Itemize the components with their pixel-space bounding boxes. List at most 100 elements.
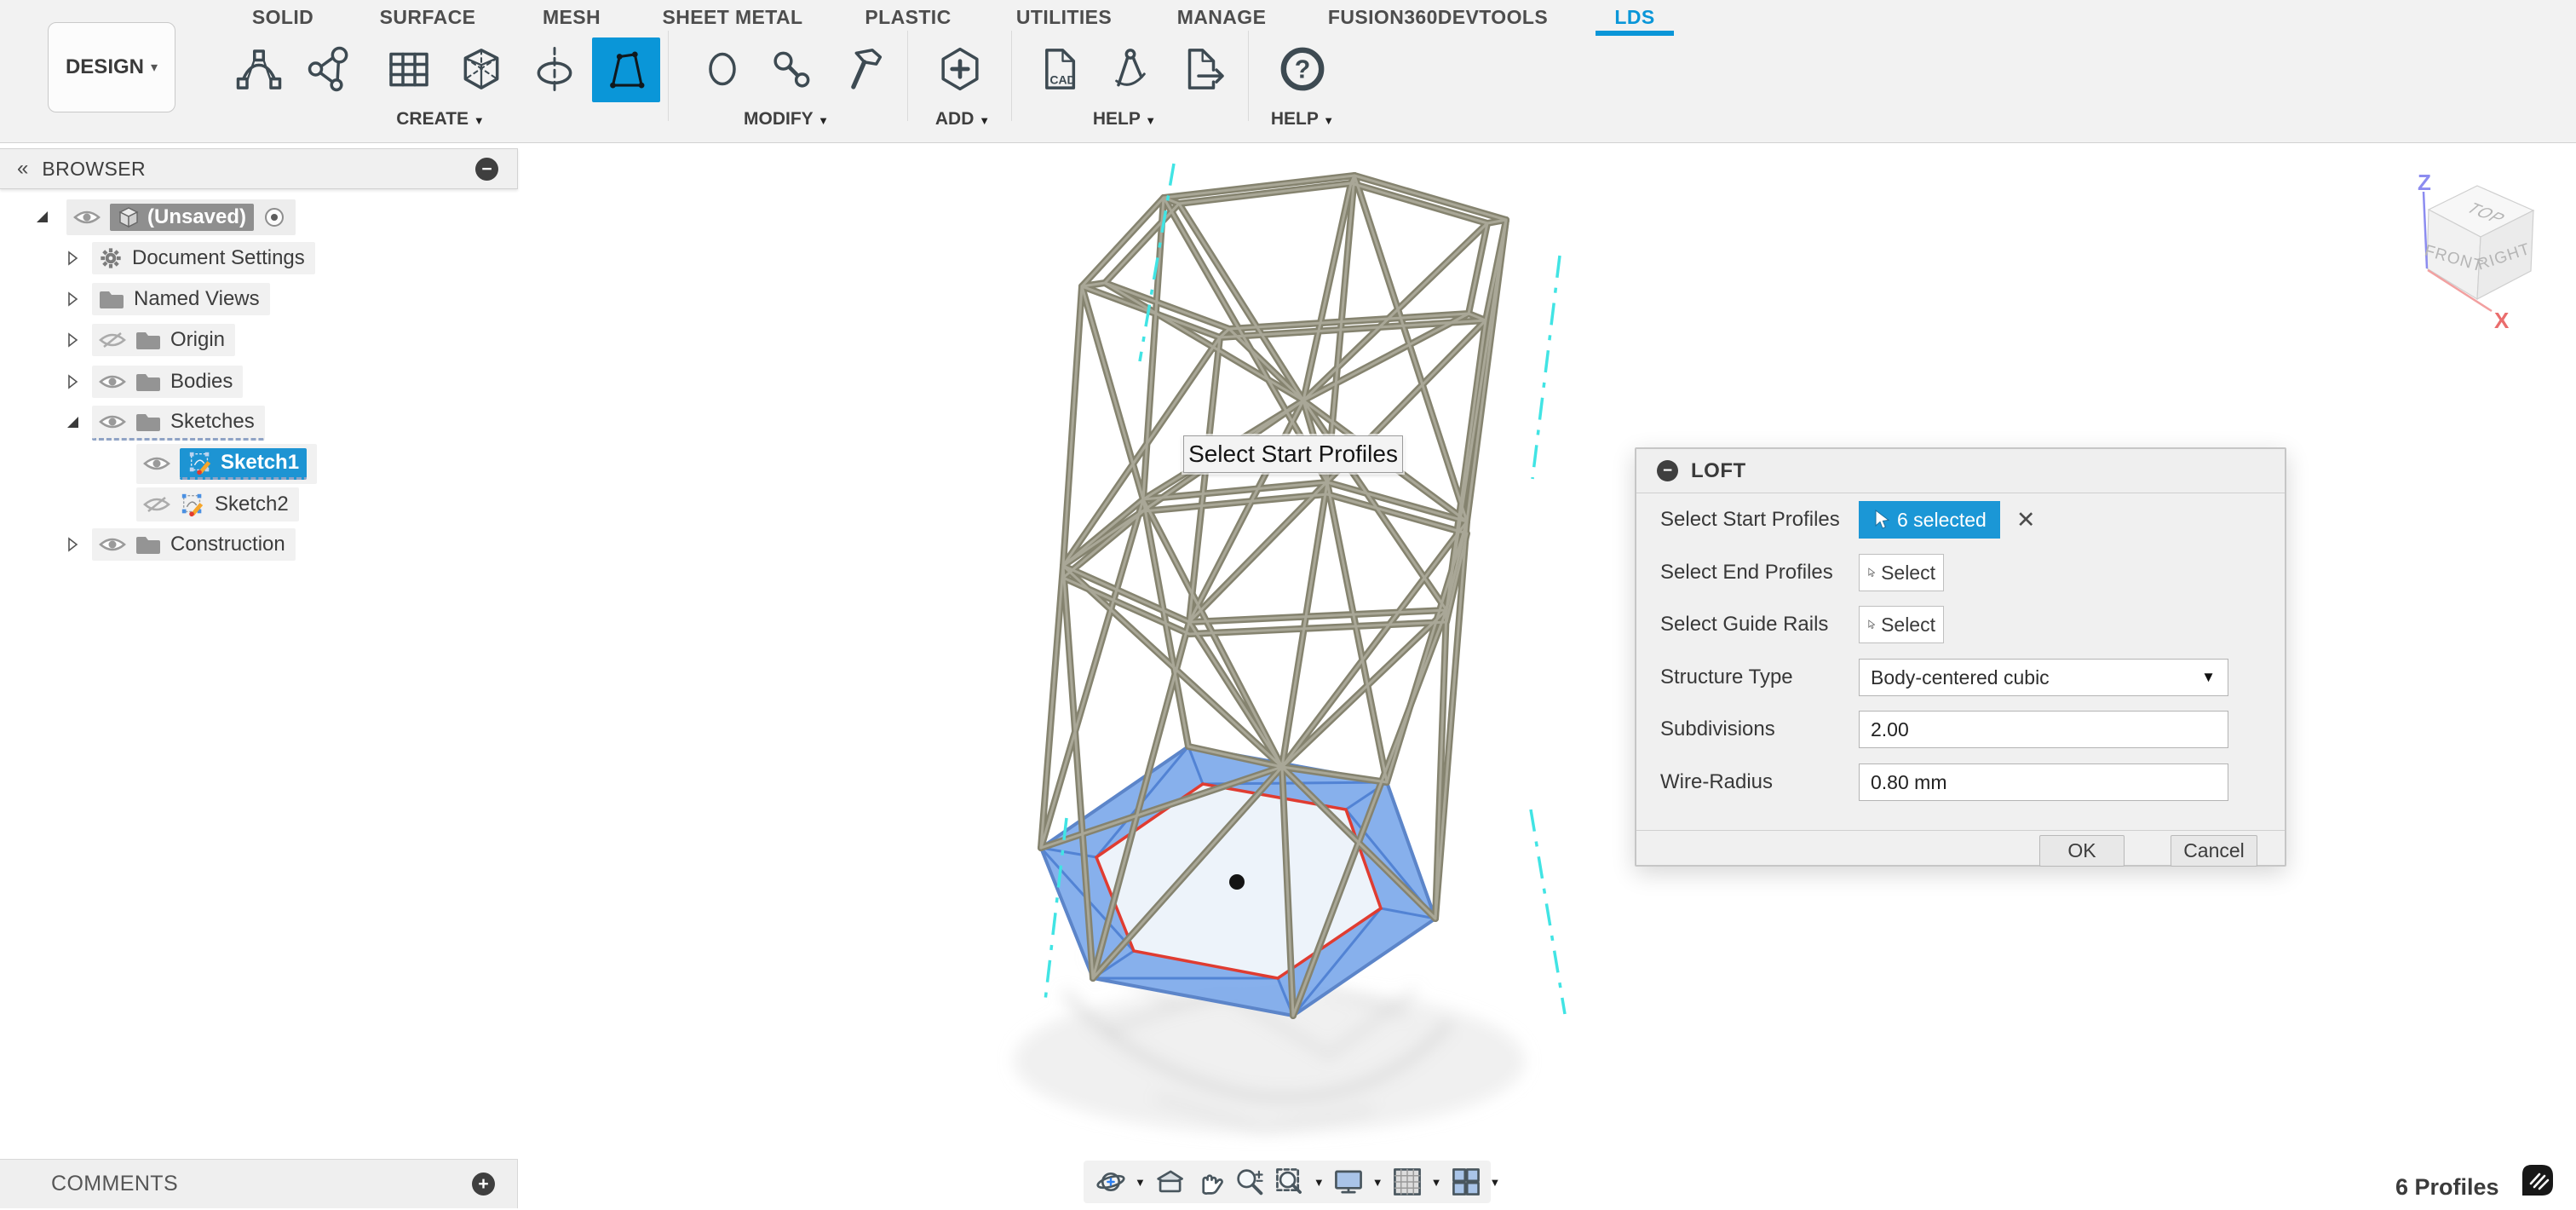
display-settings-icon[interactable] — [1331, 1165, 1366, 1199]
add-comment-icon[interactable]: + — [472, 1173, 495, 1196]
chevron-down-icon[interactable]: ▼ — [1431, 1176, 1442, 1189]
start-profiles-selection-button[interactable]: 6 selected — [1859, 501, 2000, 539]
wire-radius-label: Wire-Radius — [1660, 770, 1859, 794]
add-label-text: ADD — [935, 109, 975, 129]
subdivisions-input[interactable] — [1859, 711, 2228, 748]
chevron-down-icon[interactable]: ▼ — [1314, 1176, 1325, 1189]
tab-plastic[interactable]: PLASTIC — [865, 6, 951, 29]
loft-dialog-header[interactable]: − LOFT — [1636, 449, 2285, 493]
tree-row-document[interactable]: (Unsaved) — [0, 199, 296, 236]
gear-icon — [99, 246, 123, 270]
dialog-collapse-icon[interactable]: − — [1657, 460, 1678, 481]
help2-label-text: HELP — [1271, 109, 1319, 129]
collapsed-triangle-icon[interactable] — [65, 332, 80, 348]
sketch1-selected-pill[interactable]: Sketch1 — [180, 448, 307, 480]
collapsed-triangle-icon[interactable] — [65, 537, 80, 552]
collapse-panel-icon[interactable]: « — [17, 158, 28, 179]
tab-surface[interactable]: SURFACE — [380, 6, 476, 29]
modify-joint-icon[interactable] — [768, 43, 816, 95]
tab-mesh[interactable]: MESH — [543, 6, 601, 29]
chevron-down-icon[interactable]: ▼ — [1490, 1176, 1501, 1189]
loft-tool-icon-active[interactable] — [592, 37, 660, 102]
revolve-icon[interactable] — [531, 43, 578, 95]
folder-icon — [135, 412, 161, 432]
visibility-off-eye-icon[interactable] — [99, 331, 126, 349]
dialog-title: LOFT — [1691, 459, 1746, 483]
viewports-icon[interactable] — [1449, 1165, 1483, 1199]
add-hexagon-icon[interactable] — [936, 43, 984, 95]
expanded-triangle-icon[interactable] — [65, 415, 80, 430]
wire-radius-input[interactable] — [1859, 763, 2228, 801]
end-profiles-select-button[interactable]: Select — [1859, 554, 1944, 591]
activate-radio-icon[interactable] — [263, 206, 285, 228]
create-group-label[interactable]: CREATE ▼ — [396, 109, 485, 130]
document-name: (Unsaved) — [147, 205, 246, 229]
visibility-eye-icon[interactable] — [99, 372, 126, 391]
view-cube[interactable]: Z X TOP FRONT RIGHT — [2402, 166, 2576, 362]
tab-lds[interactable]: LDS — [1614, 6, 1654, 29]
create-form-icon[interactable] — [235, 43, 283, 95]
modify-label-text: MODIFY — [744, 109, 813, 129]
tree-row-origin[interactable]: Origin — [0, 321, 235, 359]
look-at-icon[interactable] — [1153, 1165, 1187, 1199]
window-zoom-icon[interactable] — [1273, 1165, 1307, 1199]
tab-utilities[interactable]: UTILITIES — [1016, 6, 1112, 29]
visibility-off-eye-icon[interactable] — [143, 495, 170, 514]
tree-row-sketches[interactable]: Sketches — [0, 404, 265, 441]
create-mesh-icon[interactable] — [307, 43, 354, 95]
cancel-button[interactable]: Cancel — [2171, 835, 2257, 867]
comments-bar[interactable]: COMMENTS + — [0, 1159, 518, 1208]
pattern-grid-icon[interactable] — [385, 43, 433, 95]
collapsed-triangle-icon[interactable] — [65, 374, 80, 389]
tree-row-sketch2[interactable]: Sketch2 — [0, 486, 299, 523]
chevron-down-icon[interactable]: ▼ — [1135, 1176, 1146, 1189]
export-file-icon[interactable] — [1181, 43, 1228, 95]
visibility-eye-icon[interactable] — [99, 535, 126, 554]
tab-solid[interactable]: SOLID — [252, 6, 313, 29]
add-group-label[interactable]: ADD ▼ — [935, 109, 990, 130]
tree-row-named-views[interactable]: Named Views — [0, 280, 270, 318]
start-profiles-label: Select Start Profiles — [1660, 508, 1859, 532]
structure-type-dropdown[interactable]: Body-centered cubic ▼ — [1859, 659, 2228, 696]
cad-file-icon[interactable]: CAD — [1036, 43, 1084, 95]
tree-item-label: Sketch1 — [221, 451, 299, 475]
orbit-icon[interactable] — [1094, 1165, 1128, 1199]
tree-row-sketch1[interactable]: Sketch1 — [0, 445, 317, 482]
tree-row-document-settings[interactable]: Document Settings — [0, 239, 315, 277]
feedback-bubble-icon[interactable] — [2516, 1161, 2557, 1201]
guide-rails-select-button[interactable]: Select — [1859, 606, 1944, 643]
zoom-icon[interactable] — [1233, 1165, 1267, 1199]
visibility-eye-icon[interactable] — [99, 412, 126, 431]
origin-point[interactable] — [1229, 874, 1245, 890]
collapsed-triangle-icon[interactable] — [65, 291, 80, 307]
tab-sheet-metal[interactable]: SHEET METAL — [663, 6, 803, 29]
tree-row-construction[interactable]: Construction — [0, 526, 296, 563]
pan-hand-icon[interactable] — [1193, 1165, 1227, 1199]
help-question-icon[interactable]: ? — [1279, 43, 1326, 95]
clear-selection-icon[interactable]: ✕ — [2016, 509, 2036, 532]
tab-manage[interactable]: MANAGE — [1177, 6, 1267, 29]
expanded-triangle-icon[interactable] — [34, 210, 49, 225]
help-group-label[interactable]: HELP ▼ — [1093, 109, 1156, 130]
modify-hammer-icon[interactable] — [842, 43, 890, 95]
chevron-down-icon[interactable]: ▼ — [1372, 1176, 1383, 1189]
fusion360-app: { "tabs": { "items": [ {"label":"SOLID"}… — [0, 0, 2576, 1210]
collapsed-triangle-icon[interactable] — [65, 251, 80, 266]
lattice-box-icon[interactable] — [457, 43, 505, 95]
grid-settings-icon[interactable] — [1390, 1165, 1424, 1199]
help2-group-label[interactable]: HELP ▼ — [1271, 109, 1334, 130]
workspace-switcher-button[interactable]: DESIGN ▾ — [48, 22, 175, 112]
comments-title: COMMENTS — [51, 1172, 178, 1196]
ok-button[interactable]: OK — [2039, 835, 2125, 867]
modify-group-label[interactable]: MODIFY ▼ — [744, 109, 829, 130]
chevron-down-icon: ▾ — [151, 59, 158, 76]
document-selected-pill[interactable]: (Unsaved) — [110, 204, 254, 231]
compass-icon[interactable] — [1107, 43, 1154, 95]
tree-row-bodies[interactable]: Bodies — [0, 363, 243, 400]
visibility-eye-icon[interactable] — [143, 454, 170, 473]
modify-ellipse-icon[interactable] — [699, 43, 746, 95]
visibility-eye-icon[interactable] — [73, 208, 101, 227]
browser-panel-header[interactable]: « BROWSER − — [0, 148, 518, 189]
tab-fusion360devtools[interactable]: FUSION360DEVTOOLS — [1328, 6, 1548, 29]
panel-minimize-icon[interactable]: − — [475, 158, 498, 181]
